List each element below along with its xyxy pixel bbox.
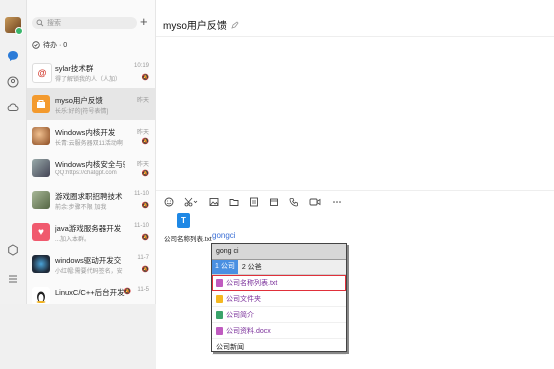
cloud-icon[interactable] bbox=[6, 100, 20, 114]
video-icon[interactable] bbox=[308, 196, 322, 207]
session-avatar bbox=[32, 127, 50, 145]
suggestion-label: 公司新闻 bbox=[216, 343, 244, 351]
suggestion-item[interactable]: 公司文件夹 bbox=[212, 291, 346, 307]
text-file-icon bbox=[216, 278, 223, 287]
mute-icon: 🔕 bbox=[141, 235, 149, 241]
doc-icon[interactable] bbox=[248, 196, 259, 207]
session-time: 11-7 bbox=[137, 255, 149, 261]
session-preview: ...加入本群。 bbox=[55, 237, 91, 243]
suggestion-label: 公司文件夹 bbox=[226, 295, 261, 303]
session-time: 10:19 bbox=[133, 63, 149, 69]
session-preview: 得了解锁我的人（人加） bbox=[55, 77, 122, 83]
word-file-icon bbox=[216, 326, 223, 335]
session-list: 搜索 + 待办 · 0 @ sylar技术群 得了解锁我的人（人加） 10:19… bbox=[27, 0, 156, 304]
session-item-game-jobs[interactable]: 游戏圈求职招聘技术 前余:步骤不限 加我 11-10 🔕 bbox=[27, 184, 155, 216]
suggestion-label: 公司简介 bbox=[226, 311, 254, 319]
session-preview: 小红帽:需要代码签名，安 bbox=[55, 269, 123, 275]
mute-icon: 🔕 bbox=[141, 203, 149, 209]
apps-icon[interactable] bbox=[6, 243, 20, 257]
session-time: 11-10 bbox=[134, 191, 149, 197]
phone-icon[interactable] bbox=[288, 196, 299, 207]
folder-file-icon bbox=[216, 294, 223, 303]
more-icon[interactable] bbox=[331, 196, 342, 207]
chat-header: myso用户反馈 bbox=[163, 17, 239, 32]
add-button[interactable]: + bbox=[140, 14, 148, 29]
session-name: java游戏服务器开发 bbox=[55, 224, 122, 233]
session-item-myso[interactable]: myso用户反馈 长乐:好的[符号表情] 昨天 bbox=[27, 88, 155, 120]
ime-candidate-popup: gong ci 1 公司 2 公爸 公司名称列表.txt 公司文件夹 公司简介 … bbox=[211, 243, 347, 355]
session-item-win-kernel[interactable]: Windows内核开发 长青:云服务器双11活动啊 昨天 🔕 bbox=[27, 120, 155, 152]
session-preview: 前余:步骤不限 加我 bbox=[55, 205, 107, 211]
session-preview: 长青:云服务器双11活动啊 bbox=[55, 141, 123, 147]
session-time: 昨天 bbox=[136, 162, 149, 168]
session-avatar bbox=[32, 191, 50, 209]
session-avatar bbox=[32, 255, 50, 273]
menu-icon[interactable] bbox=[6, 272, 20, 286]
session-name: windows驱动开发交 bbox=[55, 256, 122, 265]
image-icon[interactable] bbox=[208, 196, 219, 207]
ime-composition: gong ci bbox=[212, 244, 346, 260]
mute-icon: 🔕 bbox=[141, 171, 149, 177]
folder-icon[interactable] bbox=[228, 196, 239, 207]
contacts-icon[interactable] bbox=[6, 75, 20, 89]
chat-icon[interactable] bbox=[6, 49, 20, 63]
ime-candidate-2[interactable]: 2 公爸 bbox=[238, 262, 266, 272]
session-name: sylar技术群 bbox=[55, 64, 94, 73]
scissors-icon[interactable] bbox=[183, 196, 199, 207]
suggestion-item[interactable]: 公司名称列表.txt bbox=[212, 275, 346, 291]
mute-icon: 🔕 bbox=[141, 139, 149, 145]
session-item-java-game[interactable]: ♥ java游戏服务器开发 ...加入本群。 11-10 🔕 bbox=[27, 216, 155, 248]
search-input[interactable]: 搜索 bbox=[32, 17, 137, 29]
session-item-win-driver[interactable]: windows驱动开发交 小红帽:需要代码签名，安 11-7 🔕 bbox=[27, 248, 155, 280]
box-icon[interactable] bbox=[268, 196, 279, 207]
edit-icon[interactable] bbox=[231, 20, 239, 29]
todo-entry[interactable]: 待办 · 0 bbox=[32, 40, 67, 50]
file-attachment-name: 公司名称列表.txt bbox=[164, 236, 212, 243]
header-divider bbox=[156, 36, 554, 37]
input-divider bbox=[156, 190, 554, 191]
session-item-sylar[interactable]: @ sylar技术群 得了解锁我的人（人加） 10:19 🔕 bbox=[27, 56, 155, 88]
session-item-linux[interactable]: LinuxC/C++后台开发 11-5 🔕 bbox=[27, 280, 155, 304]
file-attachment-icon[interactable]: T bbox=[177, 213, 190, 228]
search-icon bbox=[36, 19, 44, 27]
ime-candidate-1[interactable]: 1 公司 bbox=[212, 260, 238, 274]
mute-icon: 🔕 bbox=[141, 267, 149, 273]
suggestion-label: 公司资料.docx bbox=[226, 327, 271, 335]
session-name: Windows内核开发 bbox=[55, 128, 116, 137]
suggestion-item[interactable]: 公司简介 bbox=[212, 307, 346, 323]
session-avatar: ♥ bbox=[32, 223, 50, 241]
todo-label: 待办 · 0 bbox=[43, 42, 68, 49]
my-avatar[interactable] bbox=[5, 17, 23, 35]
left-rail bbox=[0, 0, 27, 304]
online-status-dot bbox=[15, 27, 23, 35]
session-preview: QQ:https://chatgpt.com bbox=[55, 170, 117, 176]
search-placeholder: 搜索 bbox=[47, 20, 61, 27]
session-name: myso用户反馈 bbox=[55, 96, 103, 105]
mute-icon: 🔕 bbox=[141, 75, 149, 81]
session-avatar bbox=[32, 95, 50, 113]
message-input-text[interactable]: gongci bbox=[212, 231, 236, 240]
mute-icon: 🔕 bbox=[123, 289, 131, 295]
session-avatar: @ bbox=[32, 63, 52, 83]
session-name: 游戏圈求职招聘技术 bbox=[55, 192, 123, 201]
suggestion-label: 公司名称列表.txt bbox=[226, 279, 278, 287]
suggestion-item[interactable]: 公司新闻 bbox=[212, 339, 346, 355]
suggestion-item[interactable]: 公司资料.docx bbox=[212, 323, 346, 339]
doc-file-icon bbox=[216, 310, 223, 319]
input-toolbar bbox=[163, 196, 342, 207]
session-time: 昨天 bbox=[136, 98, 149, 104]
check-circle-icon bbox=[32, 41, 40, 49]
ime-candidate-tabs: 1 公司 2 公爸 bbox=[212, 260, 346, 275]
session-avatar bbox=[32, 287, 50, 304]
session-item-win-kernel-security[interactable]: Windows内核安全与驱 QQ:https://chatgpt.com 昨天 … bbox=[27, 152, 155, 184]
emoji-icon[interactable] bbox=[163, 196, 174, 207]
session-time: 昨天 bbox=[136, 130, 149, 136]
session-name: LinuxC/C++后台开发 bbox=[55, 288, 125, 297]
session-time: 11-5 bbox=[137, 287, 149, 293]
session-name: Windows内核安全与驱 bbox=[55, 160, 125, 169]
chat-title: myso用户反馈 bbox=[163, 21, 227, 32]
session-time: 11-10 bbox=[134, 223, 149, 229]
session-preview: 长乐:好的[符号表情] bbox=[55, 109, 109, 115]
session-avatar bbox=[32, 159, 50, 177]
